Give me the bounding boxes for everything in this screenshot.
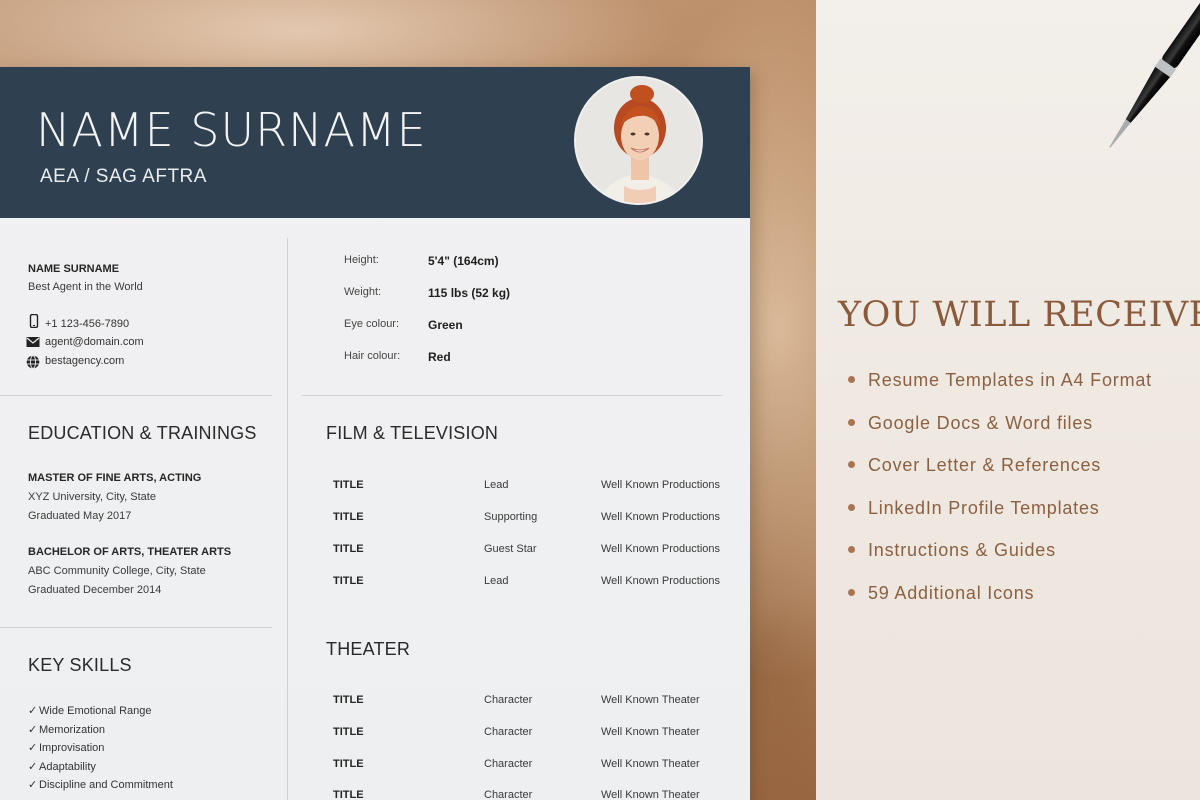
check-icon: ✓ xyxy=(28,779,38,791)
film-row-title: TITLE xyxy=(333,575,364,587)
union-affiliation: AEA / SAG AFTRA xyxy=(40,166,207,187)
theater-row-production: Well Known Theater xyxy=(601,789,700,800)
film-row-role: Guest Star xyxy=(484,543,537,555)
film-row-role: Lead xyxy=(484,479,509,491)
resume-name: NAME SURNAME xyxy=(36,103,427,157)
theater-row-role: Character xyxy=(484,726,533,738)
left-divider-1 xyxy=(0,395,272,396)
date-1: Graduated May 2017 xyxy=(28,510,132,522)
bullet-icon xyxy=(848,545,855,553)
weight-value: 115 lbs (52 kg) xyxy=(428,286,511,300)
promo-item: Cover Letter & References xyxy=(848,455,1101,476)
education-heading: EDUCATION & TRAININGS xyxy=(28,423,257,443)
film-row-title: TITLE xyxy=(333,543,364,555)
date-2: Graduated December 2014 xyxy=(28,584,162,596)
promo-item: Resume Templates in A4 Format xyxy=(848,370,1152,391)
agent-email: agent@domain.com xyxy=(45,336,144,348)
promo-heading: YOU WILL RECEIVE: xyxy=(838,295,1200,335)
theater-row-role: Character xyxy=(484,694,533,706)
agent-website: bestagency.com xyxy=(45,355,125,367)
school-1: XYZ University, City, State xyxy=(28,491,156,503)
envelope-icon xyxy=(26,337,40,347)
phone-icon xyxy=(29,314,39,328)
theater-row-title: TITLE xyxy=(333,758,364,770)
film-heading: FILM & TELEVISION xyxy=(326,423,499,443)
pen-image xyxy=(1109,0,1200,148)
column-divider xyxy=(287,238,288,800)
bullet-icon xyxy=(848,503,855,511)
agent-name: NAME SURNAME xyxy=(28,263,120,275)
eye-colour-value: Green xyxy=(428,318,463,332)
school-2: ABC Community College, City, State xyxy=(28,565,206,577)
check-icon: ✓ xyxy=(28,742,38,754)
theater-row-title: TITLE xyxy=(333,694,364,706)
check-icon: ✓ xyxy=(28,724,38,736)
promo-item: 59 Additional Icons xyxy=(848,583,1034,604)
film-row-role: Supporting xyxy=(484,511,538,523)
skill-item: ✓ Improvisation xyxy=(28,742,105,754)
hair-colour-value: Red xyxy=(428,350,451,364)
bullet-icon xyxy=(848,460,855,468)
theater-heading: THEATER xyxy=(326,639,411,659)
film-row-title: TITLE xyxy=(333,479,364,491)
left-divider-2 xyxy=(0,627,272,628)
film-row-production: Well Known Productions xyxy=(601,479,721,491)
skill-item: ✓ Wide Emotional Range xyxy=(28,705,152,717)
promo-item: LinkedIn Profile Templates xyxy=(848,498,1100,519)
hair-colour-label: Hair colour: xyxy=(344,350,401,362)
height-value: 5'4" (164cm) xyxy=(428,254,499,268)
theater-row-title: TITLE xyxy=(333,789,364,800)
right-divider-1 xyxy=(302,395,723,396)
check-icon: ✓ xyxy=(28,761,38,773)
eye-colour-label: Eye colour: xyxy=(344,318,400,330)
film-row-production: Well Known Productions xyxy=(601,511,721,523)
weight-label: Weight: xyxy=(344,286,382,298)
film-row-title: TITLE xyxy=(333,511,364,523)
film-row-role: Lead xyxy=(484,575,509,587)
bullet-icon xyxy=(848,588,855,596)
theater-row-role: Character xyxy=(484,789,533,800)
resume-header: NAME SURNAME AEA / SAG AFTRA xyxy=(0,67,750,218)
skills-heading: KEY SKILLS xyxy=(28,655,132,675)
theater-row-title: TITLE xyxy=(333,726,364,738)
agent-title: Best Agent in the World xyxy=(28,281,143,293)
theater-row-production: Well Known Theater xyxy=(601,694,700,706)
promo-item: Instructions & Guides xyxy=(848,540,1056,561)
height-label: Height: xyxy=(344,254,379,266)
bullet-icon xyxy=(848,375,855,383)
promo-item: Google Docs & Word files xyxy=(848,413,1093,434)
skill-item: ✓ Discipline and Commitment xyxy=(28,779,173,791)
bullet-icon xyxy=(848,418,855,426)
theater-row-role: Character xyxy=(484,758,533,770)
degree-2: BACHELOR OF ARTS, THEATER ARTS xyxy=(28,546,232,558)
film-row-production: Well Known Productions xyxy=(601,575,721,587)
agent-phone: +1 123-456-7890 xyxy=(45,318,130,330)
film-row-production: Well Known Productions xyxy=(601,543,721,555)
headshot-photo xyxy=(574,76,703,205)
check-icon: ✓ xyxy=(28,705,38,717)
degree-1: MASTER OF FINE ARTS, ACTING xyxy=(28,472,202,484)
skill-item: ✓ Adaptability xyxy=(28,761,96,773)
theater-row-production: Well Known Theater xyxy=(601,726,700,738)
skill-item: ✓ Memorization xyxy=(28,724,106,736)
globe-icon xyxy=(26,355,40,369)
theater-row-production: Well Known Theater xyxy=(601,758,700,770)
